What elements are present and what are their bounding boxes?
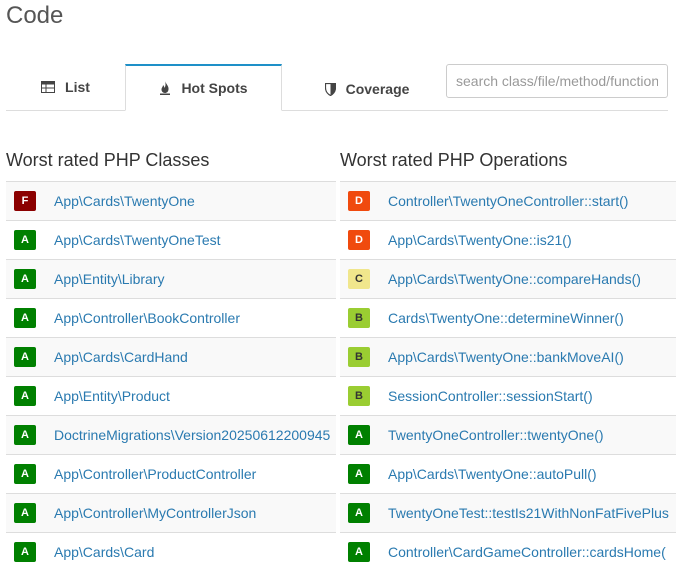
table-row: A App\Cards\TwentyOneTest xyxy=(6,220,336,259)
table-row: A App\Entity\Library xyxy=(6,259,336,298)
grade-badge: A xyxy=(348,503,370,523)
classes-heading: Worst rated PHP Classes xyxy=(6,150,210,170)
search-input[interactable] xyxy=(446,64,668,98)
grade-badge: A xyxy=(14,464,36,484)
table-row: B SessionController::sessionStart() xyxy=(340,376,676,415)
grade-badge: A xyxy=(348,425,370,445)
grade-badge: C xyxy=(348,269,370,289)
class-link[interactable]: App\Cards\Card xyxy=(54,544,154,560)
grade-badge: A xyxy=(14,503,36,523)
grade-badge: B xyxy=(348,347,370,367)
classes-table: F App\Cards\TwentyOne A App\Cards\TwentyOne… xyxy=(6,181,336,571)
table-row: B App\Cards\TwentyOne::bankMoveAI() xyxy=(340,337,676,376)
operation-link[interactable]: App\Cards\TwentyOne::autoPull() xyxy=(388,466,597,482)
operation-link[interactable]: TwentyOneTest::testIs21WithNonFatFivePlu… xyxy=(388,505,669,521)
grade-badge: A xyxy=(14,269,36,289)
grade-badge: A xyxy=(14,425,36,445)
grade-badge: B xyxy=(348,308,370,328)
operation-link[interactable]: Cards\TwentyOne::determineWinner() xyxy=(388,310,624,326)
operation-link[interactable]: App\Cards\TwentyOne::is21() xyxy=(388,232,572,248)
class-link[interactable]: App\Controller\ProductController xyxy=(54,466,256,482)
table-row: A TwentyOneController::twentyOne() xyxy=(340,415,676,454)
table-row: A App\Controller\ProductController xyxy=(6,454,336,493)
table-row: A App\Cards\Card xyxy=(6,532,336,571)
grade-badge: A xyxy=(14,230,36,250)
tab-hot-spots[interactable]: Hot Spots xyxy=(125,64,282,111)
grade-badge: A xyxy=(14,542,36,562)
operation-link[interactable]: TwentyOneController::twentyOne() xyxy=(388,427,604,443)
class-link[interactable]: App\Cards\TwentyOne xyxy=(54,193,195,209)
table-row: A App\Entity\Product xyxy=(6,376,336,415)
tab-hot-spots-label: Hot Spots xyxy=(181,80,248,96)
class-link[interactable]: App\Cards\CardHand xyxy=(54,349,188,365)
operation-link[interactable]: SessionController::sessionStart() xyxy=(388,388,593,404)
table-row: D App\Cards\TwentyOne::is21() xyxy=(340,220,676,259)
grade-badge: F xyxy=(14,191,36,211)
table-row: A App\Controller\BookController xyxy=(6,298,336,337)
operation-link[interactable]: App\Cards\TwentyOne::compareHands() xyxy=(388,271,641,287)
tab-list[interactable]: List xyxy=(6,64,125,110)
operation-link[interactable]: Controller\CardGameController::cardsHome… xyxy=(388,544,666,560)
operations-table: D Controller\TwentyOneController::start()… xyxy=(340,181,676,571)
grade-badge: B xyxy=(348,386,370,406)
tab-list-label: List xyxy=(65,79,90,95)
table-row: C App\Cards\TwentyOne::compareHands() xyxy=(340,259,676,298)
table-row: A TwentyOneTest::testIs21WithNonFatFivePl… xyxy=(340,493,676,532)
tab-bar: List Hot Spots Coverage xyxy=(6,64,668,111)
class-link[interactable]: App\Entity\Product xyxy=(54,388,170,404)
table-row: F App\Cards\TwentyOne xyxy=(6,181,336,220)
class-link[interactable]: App\Controller\MyControllerJson xyxy=(54,505,256,521)
tab-coverage-label: Coverage xyxy=(345,81,410,97)
table-row: A Controller\CardGameController::cardsHom… xyxy=(340,532,676,571)
class-link[interactable]: DoctrineMigrations\Version20250612200945 xyxy=(54,427,330,443)
table-row: B Cards\TwentyOne::determineWinner() xyxy=(340,298,676,337)
table-row: D Controller\TwentyOneController::start() xyxy=(340,181,676,220)
operation-link[interactable]: App\Cards\TwentyOne::bankMoveAI() xyxy=(388,349,624,365)
tab-coverage[interactable]: Coverage xyxy=(282,64,452,110)
operation-link[interactable]: Controller\TwentyOneController::start() xyxy=(388,193,628,209)
class-link[interactable]: App\Entity\Library xyxy=(54,271,165,287)
grade-badge: A xyxy=(14,308,36,328)
class-link[interactable]: App\Cards\TwentyOneTest xyxy=(54,232,221,248)
grade-badge: D xyxy=(348,191,370,211)
table-row: A App\Cards\TwentyOne::autoPull() xyxy=(340,454,676,493)
table-icon xyxy=(41,81,56,93)
fire-icon xyxy=(159,81,171,95)
table-row: A App\Cards\CardHand xyxy=(6,337,336,376)
grade-badge: A xyxy=(348,542,370,562)
grade-badge: D xyxy=(348,230,370,250)
grade-badge: A xyxy=(14,386,36,406)
page-title: Code xyxy=(6,2,64,29)
class-link[interactable]: App\Controller\BookController xyxy=(54,310,240,326)
shield-icon xyxy=(324,82,336,96)
grade-badge: A xyxy=(14,347,36,367)
operations-heading: Worst rated PHP Operations xyxy=(340,150,568,170)
table-row: A App\Controller\MyControllerJson xyxy=(6,493,336,532)
table-row: A DoctrineMigrations\Version2025061220094… xyxy=(6,415,336,454)
grade-badge: A xyxy=(348,464,370,484)
